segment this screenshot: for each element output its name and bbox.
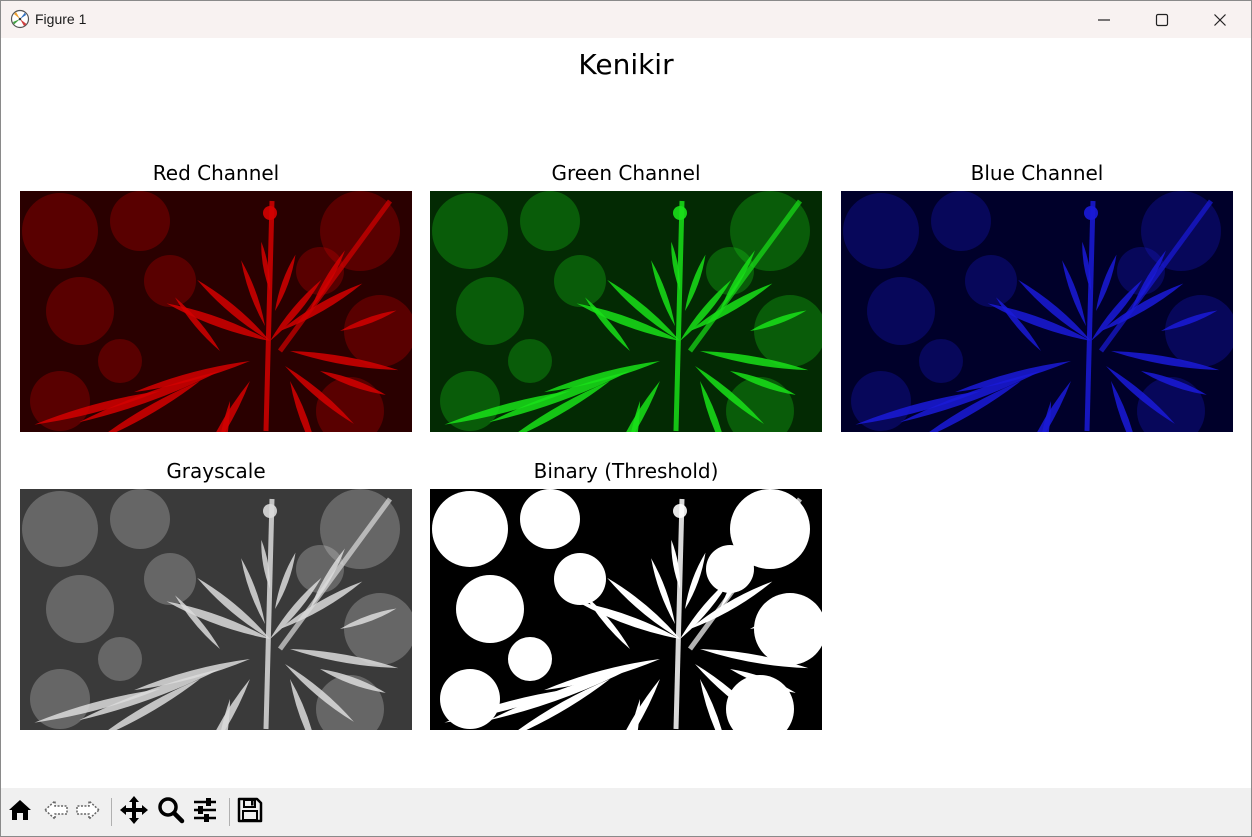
back-button[interactable] <box>40 796 72 828</box>
image-red-channel <box>20 191 412 432</box>
maximize-icon <box>1155 13 1169 27</box>
image-binary-threshold <box>430 489 822 730</box>
image-blue-channel <box>841 191 1233 432</box>
image-svg <box>430 489 822 730</box>
window-title: Figure 1 <box>35 11 87 27</box>
navigation-toolbar <box>1 788 1251 836</box>
close-icon <box>1213 13 1227 27</box>
forward-icon <box>74 796 102 828</box>
toolbar-separator <box>111 798 112 826</box>
image-svg <box>430 191 822 432</box>
axes-title-red: Red Channel <box>152 161 280 185</box>
image-green-channel <box>430 191 822 432</box>
image-svg <box>20 489 412 730</box>
maximize-button[interactable] <box>1133 1 1191 38</box>
image-svg <box>20 191 412 432</box>
pan-button[interactable] <box>118 796 150 828</box>
save-button[interactable] <box>234 796 266 828</box>
axes-title-binary: Binary (Threshold) <box>533 459 719 483</box>
pan-icon <box>119 795 149 829</box>
axes-title-green: Green Channel <box>551 161 701 185</box>
home-button[interactable] <box>4 796 36 828</box>
title-bar[interactable]: Figure 1 <box>1 1 1251 38</box>
save-icon <box>236 796 264 828</box>
image-svg <box>841 191 1233 432</box>
figure-canvas[interactable]: Kenikir Red Channel Green Channel Blue C… <box>1 38 1251 788</box>
matplotlib-app-icon <box>10 9 30 29</box>
minimize-icon <box>1097 13 1111 27</box>
axes-title-grayscale: Grayscale <box>166 459 266 483</box>
back-icon <box>42 796 70 828</box>
zoom-button[interactable] <box>155 796 187 828</box>
forward-button[interactable] <box>72 796 104 828</box>
figure-suptitle: Kenikir <box>578 48 674 81</box>
axes-title-blue: Blue Channel <box>970 161 1104 185</box>
image-grayscale <box>20 489 412 730</box>
configure-subplots-icon <box>191 796 219 828</box>
home-icon <box>6 796 34 828</box>
zoom-icon <box>157 796 185 828</box>
configure-subplots-button[interactable] <box>189 796 221 828</box>
minimize-button[interactable] <box>1075 1 1133 38</box>
toolbar-separator <box>229 798 230 826</box>
figure-window: Figure 1 Kenikir Red Channel Green Chann… <box>0 0 1252 837</box>
close-button[interactable] <box>1191 1 1249 38</box>
